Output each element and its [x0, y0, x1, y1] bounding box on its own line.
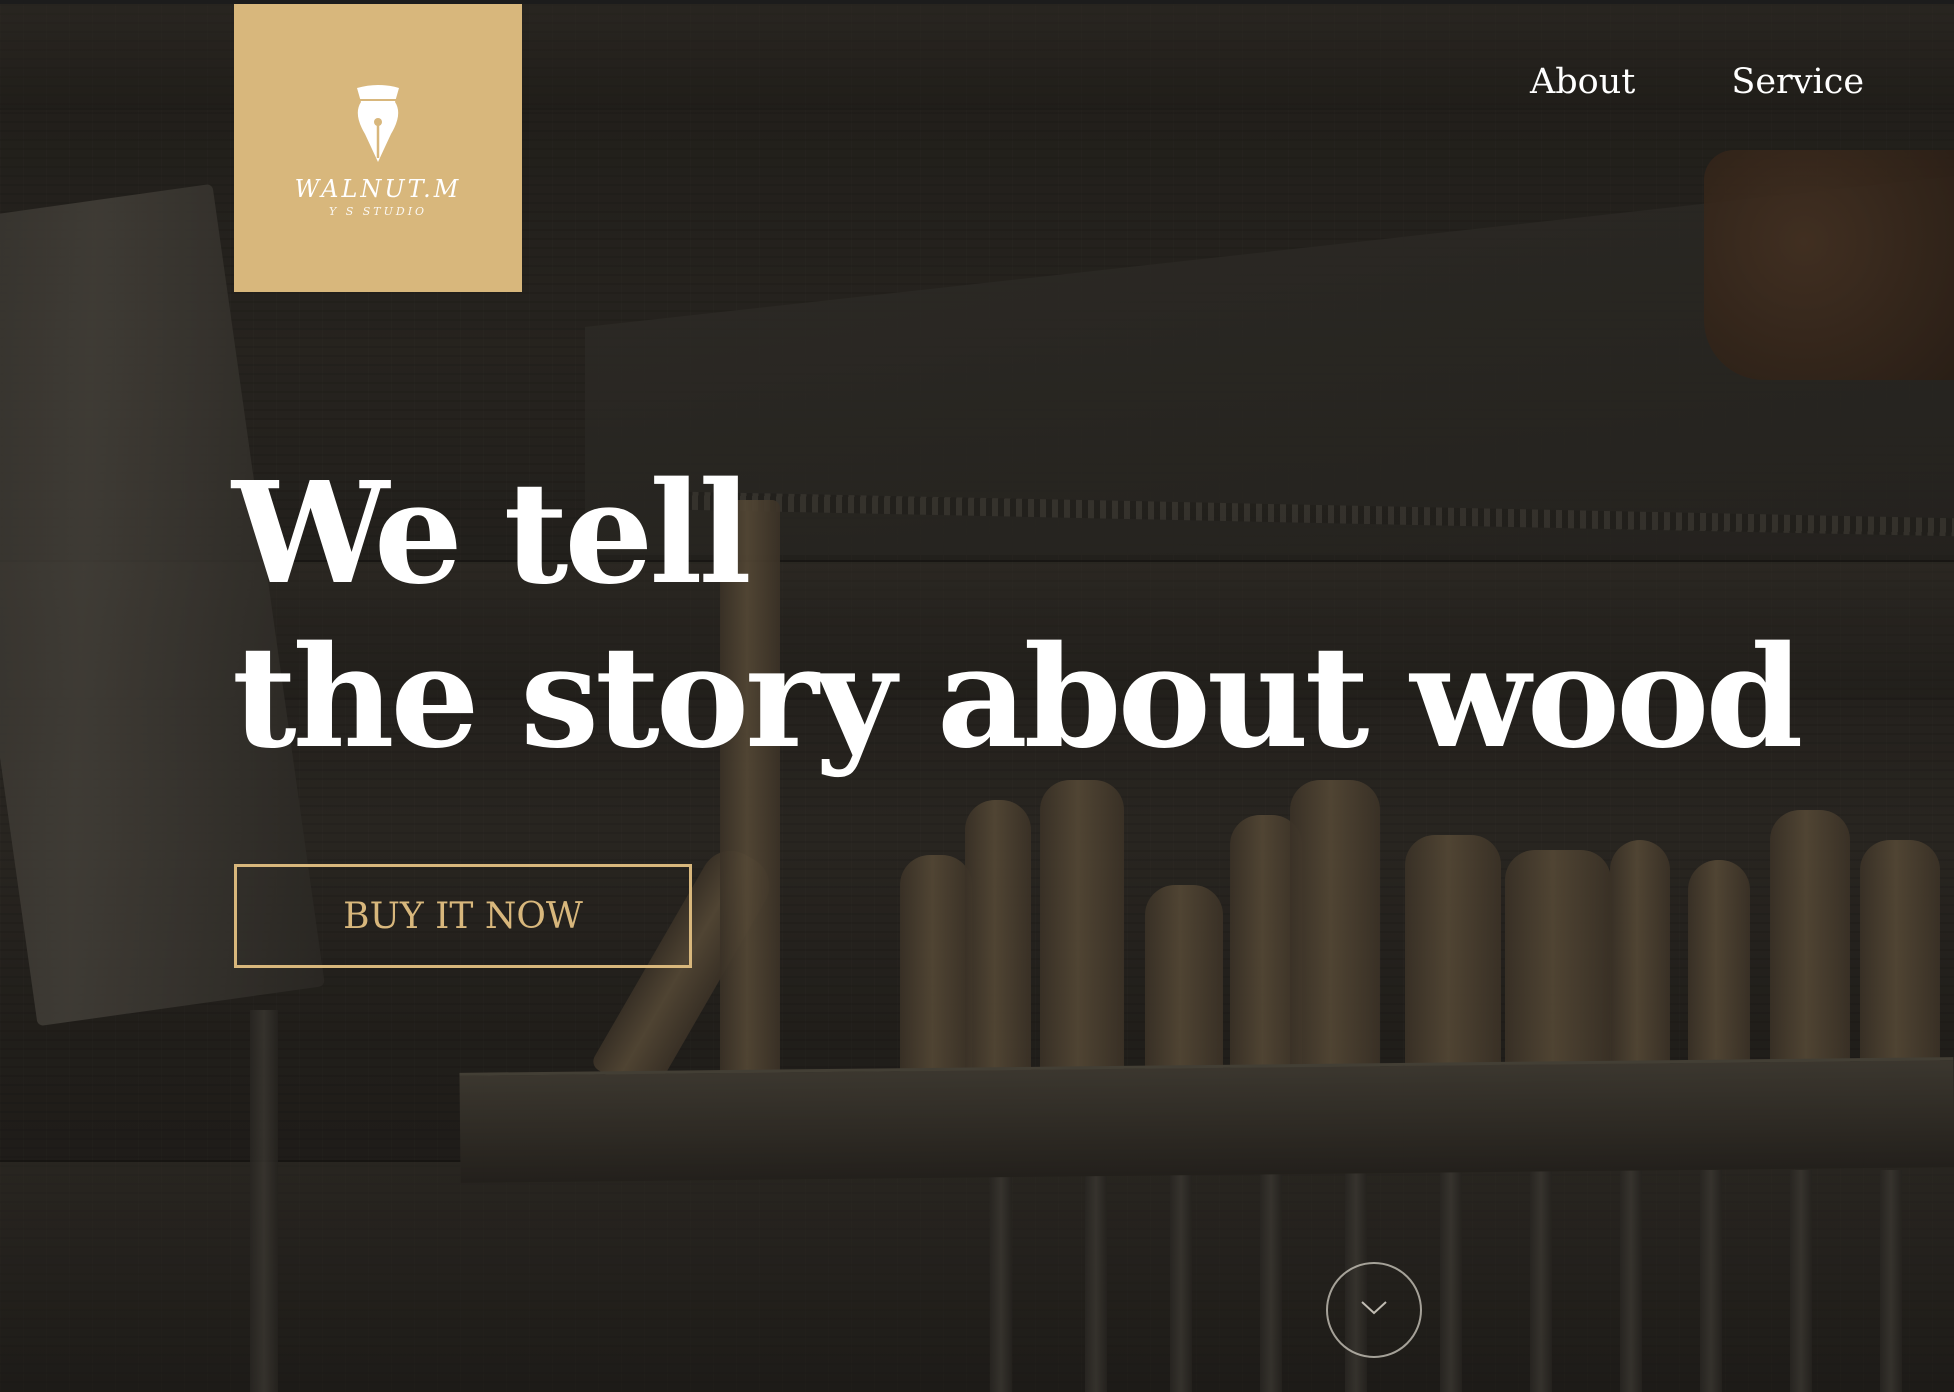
hero-headline: We tell the story about wood	[232, 452, 1803, 780]
pen-nib-icon	[351, 84, 405, 169]
logo-name: WALNUT.M	[294, 175, 462, 203]
logo-subtitle: Y S STUDIO	[328, 205, 428, 218]
buy-now-button[interactable]: BUY IT NOW	[234, 864, 692, 968]
scroll-down-button[interactable]	[1326, 1262, 1422, 1358]
chevron-down-icon	[1359, 1299, 1389, 1322]
brand-logo[interactable]: WALNUT.M Y S STUDIO	[234, 4, 522, 292]
nav-item-service[interactable]: Service	[1731, 62, 1864, 102]
nav-item-about[interactable]: About	[1530, 62, 1635, 102]
headline-line-1: We tell	[232, 452, 752, 616]
main-nav: About Service S	[1530, 62, 1954, 102]
headline-line-2: the story about wood	[232, 616, 1803, 780]
landing-page: WALNUT.M Y S STUDIO About Service S We t…	[0, 0, 1954, 1392]
